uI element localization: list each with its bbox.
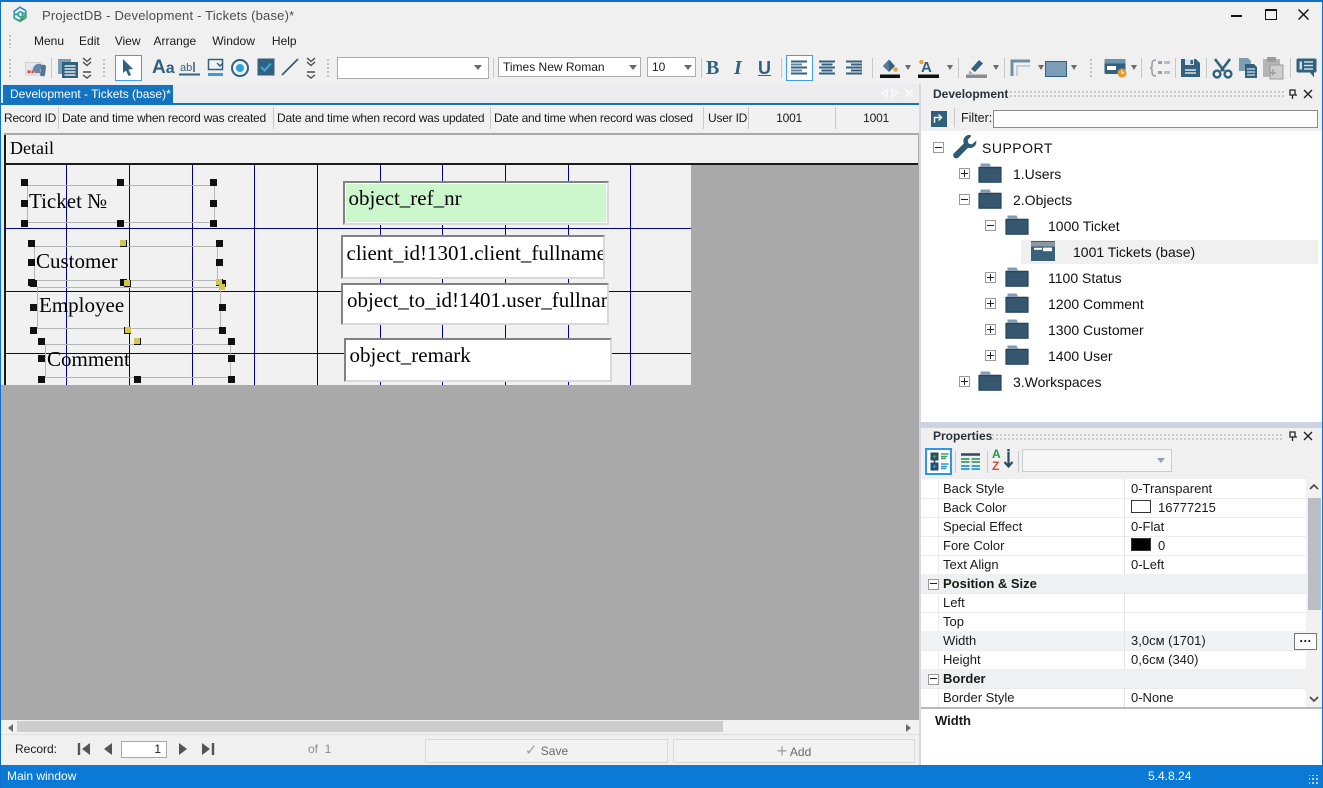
svg-text:ab: ab — [180, 62, 192, 74]
